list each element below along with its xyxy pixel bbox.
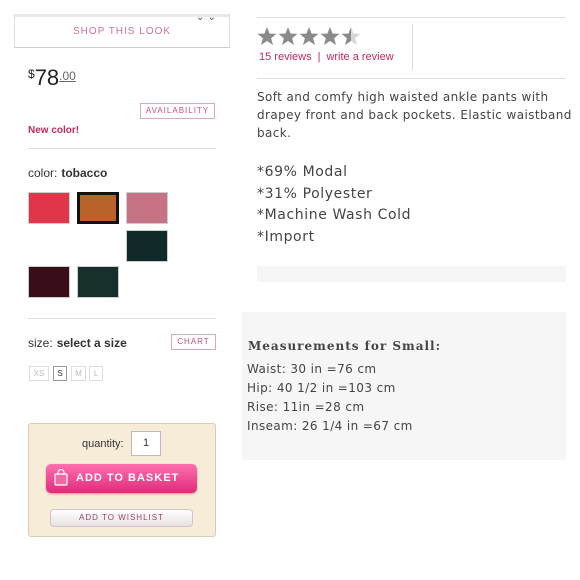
size-chart-button[interactable]: CHART (171, 334, 216, 350)
divider (257, 78, 566, 79)
price-cents: .00 (59, 69, 76, 83)
measurement-line: Rise: 11in =28 cm (247, 400, 365, 414)
feature-item: *Import (257, 228, 315, 245)
link-separator: | (317, 51, 321, 63)
add-to-basket-label: ADD TO BASKET (76, 472, 180, 484)
measurement-line: Waist: 30 in =76 cm (247, 362, 377, 376)
measurements-list: Waist: 30 in =76 cm Hip: 40 1/2 in =103 … (247, 360, 413, 436)
color-swatch-tobacco[interactable] (77, 192, 119, 224)
star-rating (257, 27, 361, 45)
divider (28, 318, 216, 319)
color-selector-label: color: tobacco (28, 166, 107, 180)
add-to-wishlist-button[interactable]: ADD TO WISHLIST (50, 509, 193, 527)
shopping-bag-icon (54, 469, 68, 486)
color-swatch-burgundy[interactable] (28, 266, 70, 298)
half-star-icon (341, 27, 361, 45)
size-option-m: M (71, 366, 86, 381)
size-option-l: L (89, 366, 103, 381)
product-features: *69% Modal *31% Polyester *Machine Wash … (257, 162, 411, 248)
availability-button[interactable]: AVAILABILITY (140, 103, 215, 119)
divider (257, 17, 566, 18)
write-review-link[interactable]: write a review (326, 51, 393, 63)
color-swatch-dark-green[interactable] (126, 230, 168, 262)
color-label-text: color: (28, 166, 58, 180)
size-selector-label: size: select a size (28, 336, 127, 350)
divider (28, 148, 216, 149)
size-option-s[interactable]: S (53, 366, 67, 381)
star-icon (320, 27, 340, 45)
star-icon (299, 27, 319, 45)
new-color-badge: New color! (28, 125, 80, 136)
shop-this-look-link[interactable]: SHOP THIS LOOK (14, 26, 230, 37)
color-swatch-forest[interactable] (77, 266, 119, 298)
section-separator-bar (257, 266, 566, 282)
star-icon (278, 27, 298, 45)
size-prompt: select a size (56, 336, 127, 350)
quantity-input[interactable]: 1 (131, 431, 161, 456)
measurements-title: Measurements for Small: (248, 339, 442, 353)
color-swatch-mauve[interactable] (126, 192, 168, 224)
feature-item: *Machine Wash Cold (257, 207, 412, 223)
color-swatch-red[interactable] (28, 192, 70, 224)
quantity-label: quantity: (82, 438, 124, 450)
price-dollars: 78 (34, 65, 60, 90)
review-links: 15 reviews | write a review (259, 51, 394, 63)
chevron-down-icon[interactable]: ⌄ ⌄ (196, 12, 216, 23)
vertical-divider (412, 24, 413, 70)
product-price: $78.00 (28, 65, 76, 91)
measurement-line: Hip: 40 1/2 in =103 cm (247, 381, 396, 395)
star-icon (257, 27, 277, 45)
size-label-text: size: (28, 336, 53, 350)
product-description: Soft and comfy high waisted ankle pants … (257, 90, 572, 140)
reviews-count-link[interactable]: 15 reviews (259, 51, 312, 63)
measurement-line: Inseam: 26 1/4 in =67 cm (247, 419, 413, 433)
size-option-xs: XS (29, 366, 49, 381)
add-to-basket-button[interactable]: ADD TO BASKET (46, 464, 197, 493)
feature-item: *31% Polyester (257, 185, 373, 202)
price-currency: $ (28, 67, 35, 81)
selected-color-name: tobacco (61, 166, 108, 180)
feature-item: *69% Modal (257, 164, 348, 180)
